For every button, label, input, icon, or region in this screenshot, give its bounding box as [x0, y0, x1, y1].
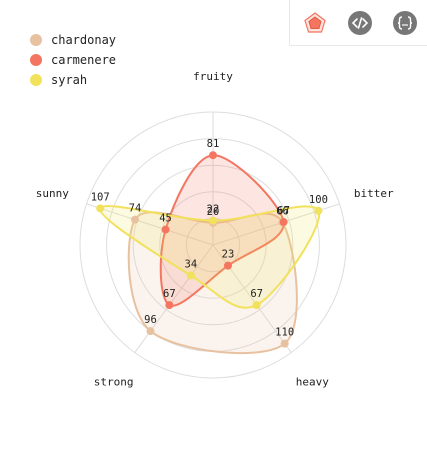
axis-label-fruity: fruity [193, 70, 233, 83]
json-braces-icon [397, 16, 413, 30]
data-view-button[interactable] [393, 11, 417, 35]
value-label-chardonay-strong: 96 [144, 314, 157, 326]
radar-chart-icon [304, 12, 326, 33]
legend-label: syrah [51, 73, 88, 87]
code-icon [351, 17, 369, 29]
data-point-carmenere-strong[interactable] [165, 301, 174, 310]
data-point-chardonay-heavy[interactable] [280, 339, 289, 348]
data-point-carmenere-sunny[interactable] [161, 225, 170, 234]
data-point-carmenere-bitter[interactable] [279, 218, 288, 227]
value-label-syrah-heavy: 67 [250, 288, 263, 300]
legend-item-chardonay[interactable]: chardonay [30, 30, 116, 50]
toolbar [289, 0, 427, 46]
legend-label: chardonay [51, 33, 117, 47]
axis-label-heavy: heavy [296, 376, 329, 389]
data-point-syrah-sunny[interactable] [96, 204, 105, 213]
axis-label-sunny: sunny [36, 187, 69, 200]
legend-swatch [30, 54, 42, 66]
data-point-carmenere-heavy[interactable] [223, 261, 232, 270]
value-label-syrah-fruity: 22 [207, 204, 220, 216]
legend-swatch [30, 34, 42, 46]
value-label-carmenere-sunny: 45 [159, 213, 172, 225]
value-label-carmenere-strong: 67 [163, 288, 176, 300]
radar-areas [99, 154, 321, 355]
value-label-carmenere-bitter: 67 [277, 205, 290, 217]
data-point-syrah-strong[interactable] [186, 271, 195, 280]
value-label-syrah-bitter: 100 [309, 194, 328, 206]
value-label-syrah-strong: 34 [185, 258, 198, 270]
value-label-chardonay-heavy: 110 [275, 327, 294, 339]
legend-item-syrah[interactable]: syrah [30, 70, 116, 90]
data-point-chardonay-sunny[interactable] [130, 215, 139, 224]
value-label-syrah-sunny: 107 [91, 191, 110, 203]
data-point-syrah-bitter[interactable] [314, 206, 323, 215]
data-point-chardonay-strong[interactable] [146, 327, 155, 336]
code-view-button[interactable] [348, 11, 372, 35]
axis-label-strong: strong [94, 376, 134, 389]
data-point-syrah-heavy[interactable] [252, 301, 261, 310]
data-point-carmenere-fruity[interactable] [209, 151, 217, 160]
value-label-carmenere-fruity: 81 [207, 138, 220, 150]
legend-item-carmenere[interactable]: carmenere [30, 50, 116, 70]
legend-label: carmenere [51, 53, 117, 67]
value-label-chardonay-sunny: 74 [129, 203, 142, 215]
value-label-carmenere-heavy: 23 [222, 249, 235, 261]
legend-swatch [30, 74, 42, 86]
legend: chardonay carmenere syrah [30, 30, 116, 90]
axis-label-bitter: bitter [354, 187, 394, 200]
radar-view-button[interactable] [303, 11, 327, 35]
